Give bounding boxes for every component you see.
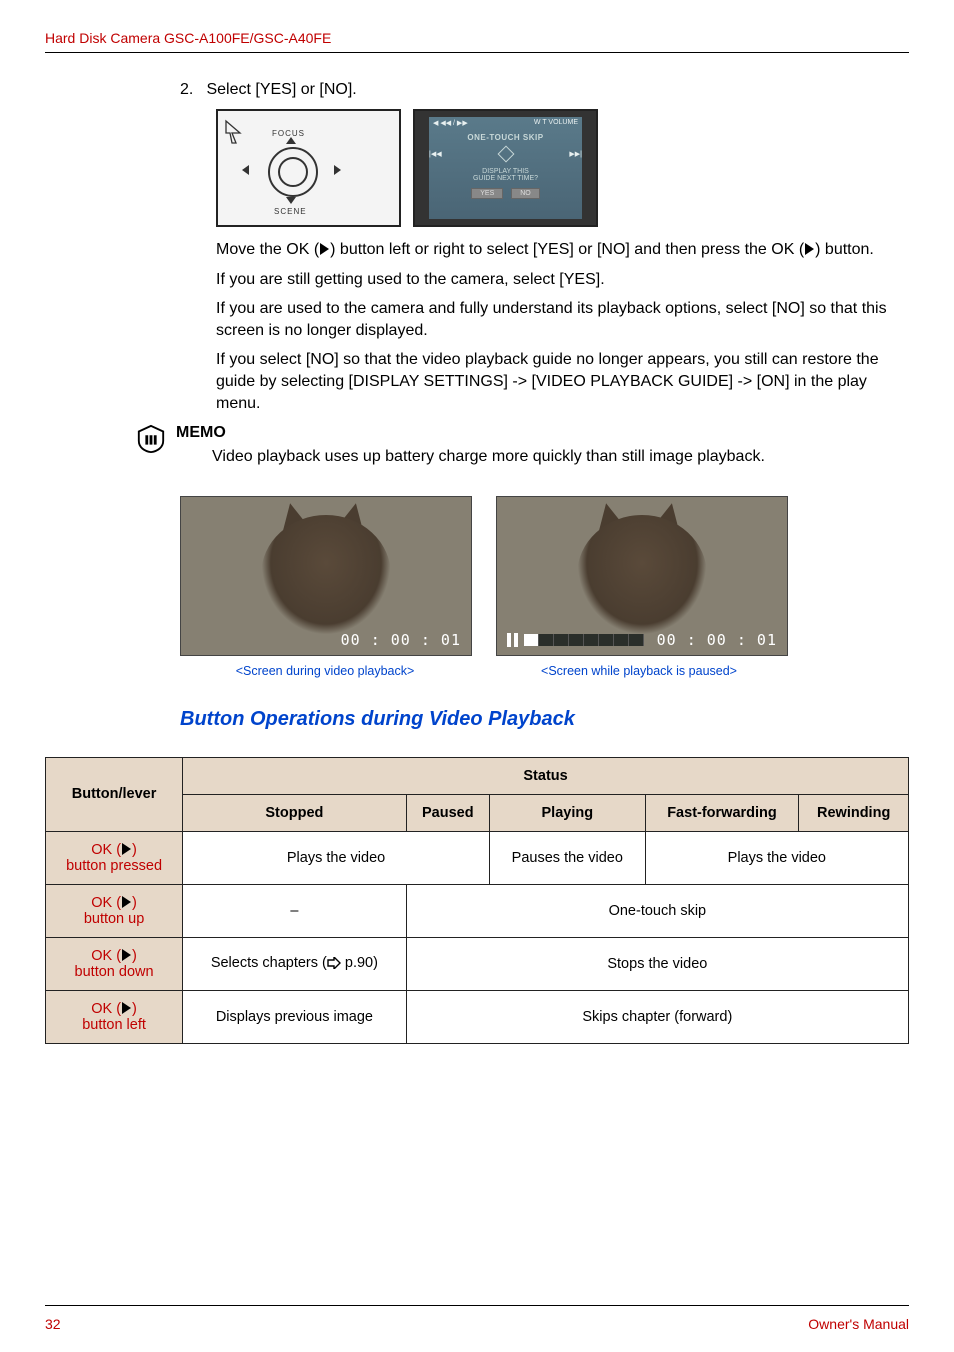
step-text: Select [YES] or [NO]. (206, 81, 356, 98)
guide-yes-button: YES (471, 188, 503, 199)
row-pressed: OK () button pressed (46, 831, 183, 884)
cell: Skips chapter (forward) (406, 990, 908, 1043)
guide-screen: ◀ ◀◀ / ▶▶ W T VOLUME ONE-TOUCH SKIP |◀◀ … (413, 109, 598, 227)
timecode: 00 : 00 : 01 (657, 631, 777, 649)
caption-paused: <Screen while playback is paused> (494, 664, 784, 678)
memo-title: MEMO (176, 424, 909, 442)
cell: Plays the video (183, 831, 490, 884)
status-header: Status (183, 757, 909, 794)
play-icon (122, 949, 131, 961)
dial-diagram: FOCUS SCENE (216, 109, 401, 227)
paragraph-yes: If you are still getting used to the cam… (216, 269, 909, 291)
dial-scene-label: SCENE (274, 207, 307, 216)
col-paused: Paused (406, 794, 489, 831)
row-up: OK () button up (46, 884, 183, 937)
progress-bar (524, 634, 644, 646)
memo-text: Video playback uses up battery charge mo… (212, 446, 909, 468)
operations-table: Button/lever Status Stopped Paused Playi… (45, 757, 909, 1044)
paragraph-restore: If you select [NO] so that the video pla… (216, 349, 909, 414)
step-number: 2. (180, 81, 202, 99)
paragraph-no: If you are used to the camera and fully … (216, 298, 909, 341)
play-icon (122, 896, 131, 908)
row-down: OK () button down (46, 937, 183, 990)
guide-diamond-icon (497, 146, 514, 163)
cell: Plays the video (645, 831, 908, 884)
caption-playing: <Screen during video playback> (180, 664, 470, 678)
pause-icon (507, 633, 518, 647)
dial-right-icon (334, 165, 341, 175)
col-stopped: Stopped (183, 794, 407, 831)
running-header: Hard Disk Camera GSC-A100FE/GSC-A40FE (45, 30, 909, 46)
pointer-icon (224, 119, 244, 145)
step-line: 2. Select [YES] or [NO]. (180, 81, 909, 99)
guide-screenshot-pair: FOCUS SCENE ◀ ◀◀ / ▶▶ W T VOLUME ONE-TOU… (216, 109, 909, 227)
cell: One-touch skip (406, 884, 908, 937)
arrow-right-icon (327, 957, 341, 973)
timecode: 00 : 00 : 01 (341, 631, 461, 649)
play-icon (805, 243, 814, 255)
playback-screen: 00 : 00 : 01 (180, 496, 472, 656)
row-left: OK () button left (46, 990, 183, 1043)
col-button: Button/lever (46, 757, 183, 831)
cell: Displays previous image (183, 990, 407, 1043)
footer-rule (45, 1305, 909, 1306)
page-number: 32 (45, 1316, 61, 1332)
cell: Selects chapters ( p.90) (183, 937, 407, 990)
guide-rev-icon: |◀◀ (429, 150, 442, 158)
col-rewinding: Rewinding (799, 794, 909, 831)
cell: – (183, 884, 407, 937)
memo-icon (136, 424, 166, 454)
guide-fwd-icon: ▶▶| (569, 150, 582, 158)
section-title: Button Operations during Video Playback (180, 708, 909, 731)
guide-no-button: NO (511, 188, 540, 199)
cell: Pauses the video (489, 831, 645, 884)
play-icon (122, 843, 131, 855)
paragraph-move-ok: Move the OK () button left or right to s… (216, 239, 909, 261)
play-icon (122, 1002, 131, 1014)
footer-label: Owner's Manual (808, 1316, 909, 1332)
play-icon (320, 243, 329, 255)
guide-top-right: W T VOLUME (534, 119, 578, 127)
guide-top-left: ◀ ◀◀ / ▶▶ (433, 119, 468, 127)
dial-up-icon (286, 137, 296, 144)
dial-ring-icon (268, 147, 318, 197)
guide-heading: ONE-TOUCH SKIP (429, 133, 582, 142)
col-playing: Playing (489, 794, 645, 831)
paused-screen: 00 : 00 : 01 (496, 496, 788, 656)
col-ff: Fast-forwarding (645, 794, 799, 831)
cell: Stops the video (406, 937, 908, 990)
guide-line2b: GUIDE NEXT TIME? (429, 175, 582, 182)
header-rule (45, 52, 909, 53)
dial-left-icon (242, 165, 249, 175)
guide-line2a: DISPLAY THIS (429, 168, 582, 175)
dial-down-icon (286, 197, 296, 204)
